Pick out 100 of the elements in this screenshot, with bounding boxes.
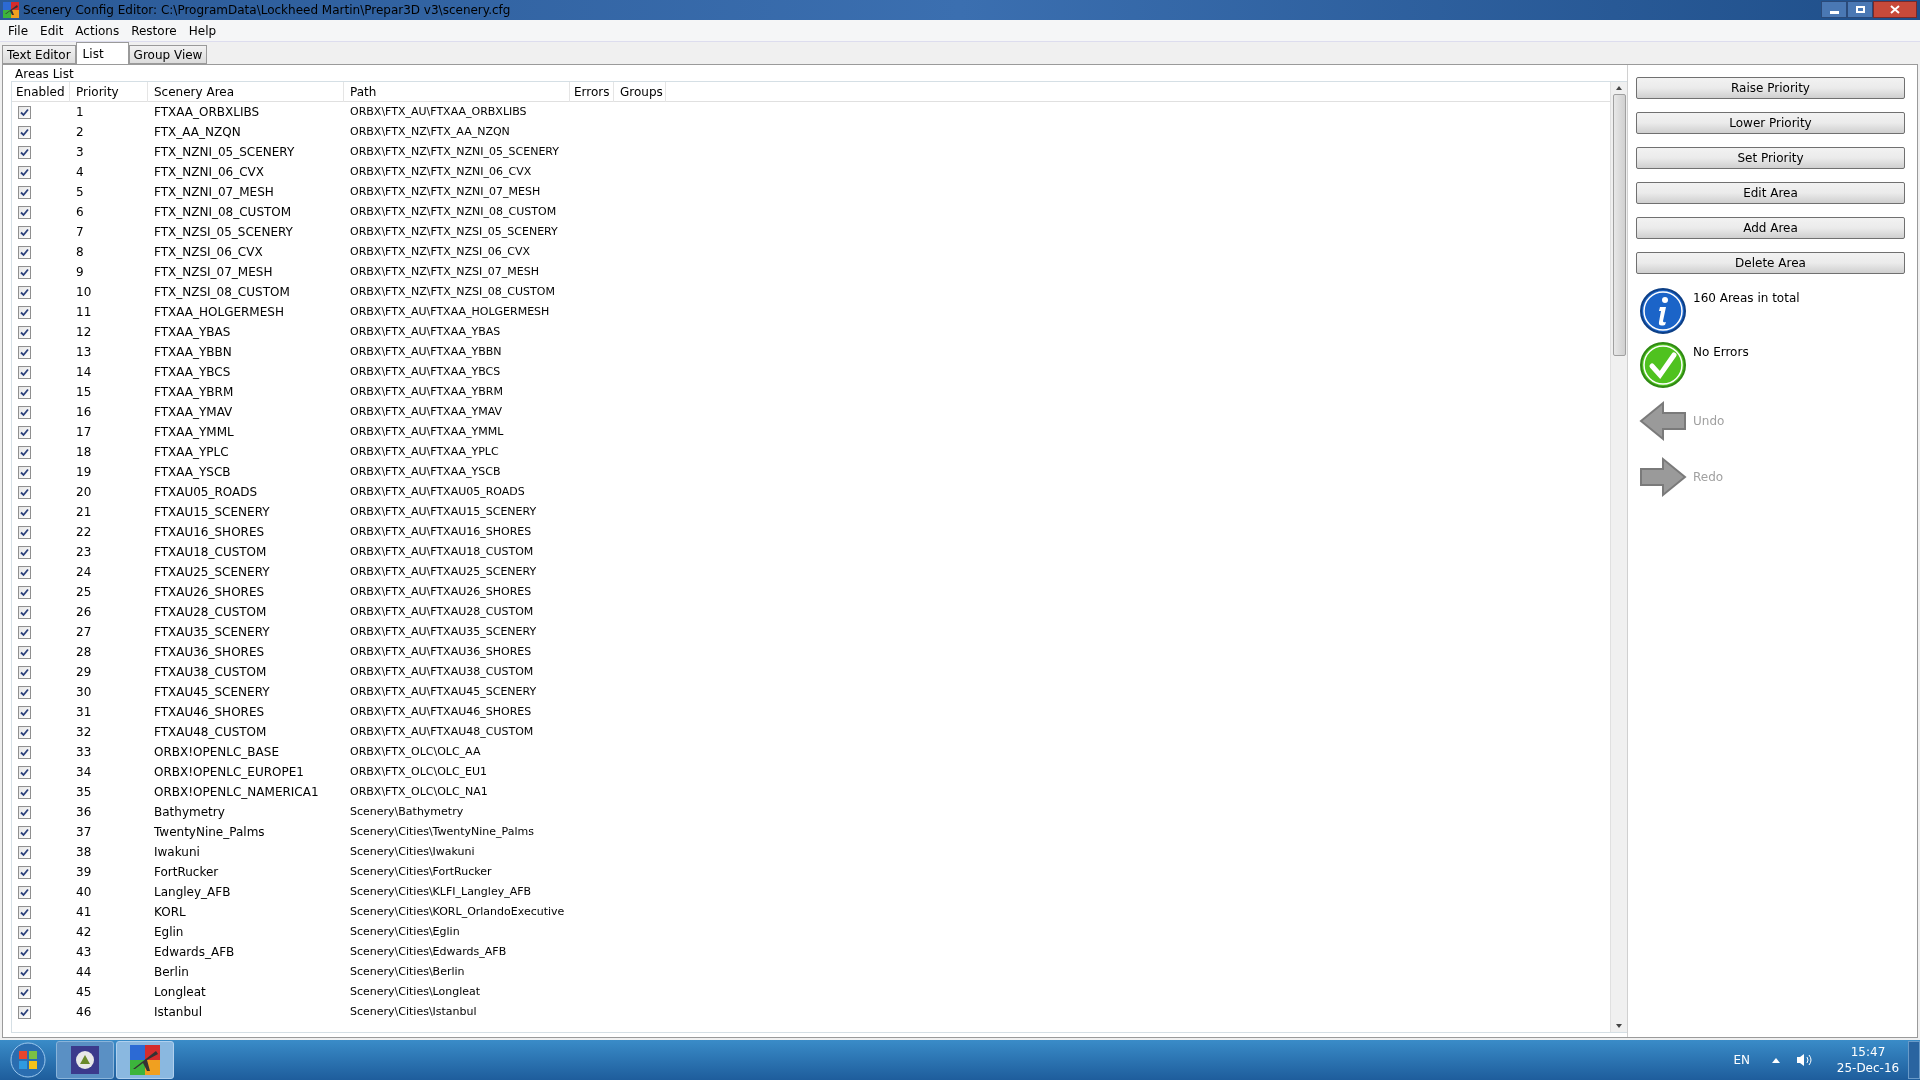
checkbox[interactable] (18, 365, 31, 379)
clock-date[interactable]: 25-Dec-16 (1836, 1060, 1900, 1076)
checkbox[interactable] (18, 145, 31, 159)
checkbox[interactable] (18, 605, 31, 619)
table-cell-text: FTXAA_HOLGERMESH (154, 304, 284, 321)
checkbox[interactable] (18, 345, 31, 359)
menu-item[interactable]: Help (182, 21, 223, 40)
checkbox[interactable] (18, 805, 31, 819)
table-cell-text: FTXAU15_SCENERY (154, 504, 270, 521)
table-cell-text: FTXAU26_SHORES (154, 584, 265, 601)
table-cell-text: 1 (76, 104, 84, 121)
table-cell-text: Scenery\Cities\FortRucker (350, 863, 492, 880)
checkbox[interactable] (18, 725, 31, 739)
checkbox[interactable] (18, 225, 31, 239)
checkbox[interactable] (18, 285, 31, 299)
table-cell-text: FTX_NZSI_05_SCENERY (154, 224, 293, 241)
table-cell-text: Langley_AFB (154, 884, 231, 901)
up-arrow-icon[interactable] (1772, 1057, 1780, 1063)
table-cell-text: 42 (76, 924, 92, 941)
checkbox[interactable] (18, 125, 31, 139)
column-header[interactable]: Groups (614, 82, 666, 102)
checkbox[interactable] (18, 165, 31, 179)
checkbox[interactable] (18, 905, 31, 919)
action-button[interactable]: Add Area (1636, 217, 1905, 239)
checkbox[interactable] (18, 965, 31, 979)
taskbar-app-icon[interactable] (56, 1041, 114, 1079)
scrollbar-thumb[interactable] (1612, 94, 1626, 356)
checkbox[interactable] (18, 925, 31, 939)
action-button[interactable]: Raise Priority (1636, 77, 1905, 99)
checkbox[interactable] (18, 685, 31, 699)
menu-item[interactable]: Actions (69, 21, 126, 40)
speaker-icon[interactable] (1796, 1053, 1812, 1067)
checkbox[interactable] (18, 545, 31, 559)
tab[interactable]: Text Editor (2, 45, 76, 64)
checkbox[interactable] (18, 645, 31, 659)
right-arrow-icon[interactable] (1639, 455, 1687, 499)
action-button[interactable]: Set Priority (1636, 147, 1905, 169)
table-cell-text: 41 (76, 904, 92, 921)
table-cell-text: Scenery\Cities\KORL_OrlandoExecutive (350, 903, 565, 920)
checkbox[interactable] (18, 565, 31, 579)
menu-item[interactable]: File (2, 21, 35, 40)
checkbox[interactable] (18, 845, 31, 859)
checkbox[interactable] (18, 525, 31, 539)
checkbox[interactable] (18, 385, 31, 399)
checkbox[interactable] (18, 505, 31, 519)
checkbox[interactable] (18, 265, 31, 279)
clock-time[interactable]: 15:47 (1850, 1044, 1886, 1060)
checkbox[interactable] (18, 185, 31, 199)
scrollbar[interactable] (1610, 82, 1627, 1032)
action-button[interactable]: Delete Area (1636, 252, 1905, 274)
menu-item[interactable]: Edit (34, 21, 70, 40)
checkbox[interactable] (18, 785, 31, 799)
action-button[interactable]: Lower Priority (1636, 112, 1905, 134)
checkbox[interactable] (18, 245, 31, 259)
checkbox[interactable] (18, 205, 31, 219)
checkbox[interactable] (18, 945, 31, 959)
checkbox[interactable] (18, 105, 31, 119)
menu-item[interactable]: Restore (125, 21, 183, 40)
table-cell-text: FTXAU36_SHORES (154, 644, 265, 661)
checkbox[interactable] (18, 665, 31, 679)
checkbox[interactable] (18, 705, 31, 719)
checkbox[interactable] (18, 465, 31, 479)
table-cell-text: Longleat (154, 984, 206, 1001)
column-header[interactable]: Path (344, 82, 570, 102)
checkbox[interactable] (18, 865, 31, 879)
table-cell-text: ORBX\FTX_AU\FTXAA_YMML (350, 423, 504, 440)
airplane-icon (3, 2, 19, 18)
checkbox[interactable] (18, 405, 31, 419)
table-cell-text: ORBX\FTX_AU\FTXAU25_SCENERY (350, 563, 537, 580)
checkbox[interactable] (18, 585, 31, 599)
taskbar-app-icon[interactable] (116, 1041, 174, 1079)
checkbox[interactable] (18, 985, 31, 999)
tab[interactable]: Group View (128, 45, 208, 64)
checkbox[interactable] (18, 485, 31, 499)
left-arrow-icon[interactable] (1639, 399, 1687, 443)
checkbox[interactable] (18, 445, 31, 459)
checkbox[interactable] (18, 425, 31, 439)
tab[interactable]: List (75, 42, 129, 64)
checkbox[interactable] (18, 325, 31, 339)
column-header[interactable]: Errors (570, 82, 614, 102)
table-cell-text: ORBX\FTX_NZ\FTX_NZNI_07_MESH (350, 183, 541, 200)
close-button[interactable] (1873, 1, 1917, 18)
table-cell-text: 3 (76, 144, 84, 161)
minimize-button[interactable] (1821, 1, 1847, 18)
column-header[interactable]: Priority (70, 82, 148, 102)
table-cell-text: Scenery\Cities\Longleat (350, 983, 481, 1000)
maximize-button[interactable] (1847, 1, 1873, 18)
language-indicator[interactable]: EN (1733, 1051, 1750, 1069)
checkbox[interactable] (18, 825, 31, 839)
checkbox[interactable] (18, 885, 31, 899)
table-cell-text: 40 (76, 884, 92, 901)
checkbox[interactable] (18, 625, 31, 639)
column-header[interactable]: Enabled (12, 82, 70, 102)
checkbox[interactable] (18, 765, 31, 779)
action-button[interactable]: Edit Area (1636, 182, 1905, 204)
checkbox[interactable] (18, 745, 31, 759)
table-cell-text: FTXAU45_SCENERY (154, 684, 270, 701)
checkbox[interactable] (18, 305, 31, 319)
checkbox[interactable] (18, 1005, 31, 1019)
column-header[interactable]: Scenery Area (148, 82, 344, 102)
